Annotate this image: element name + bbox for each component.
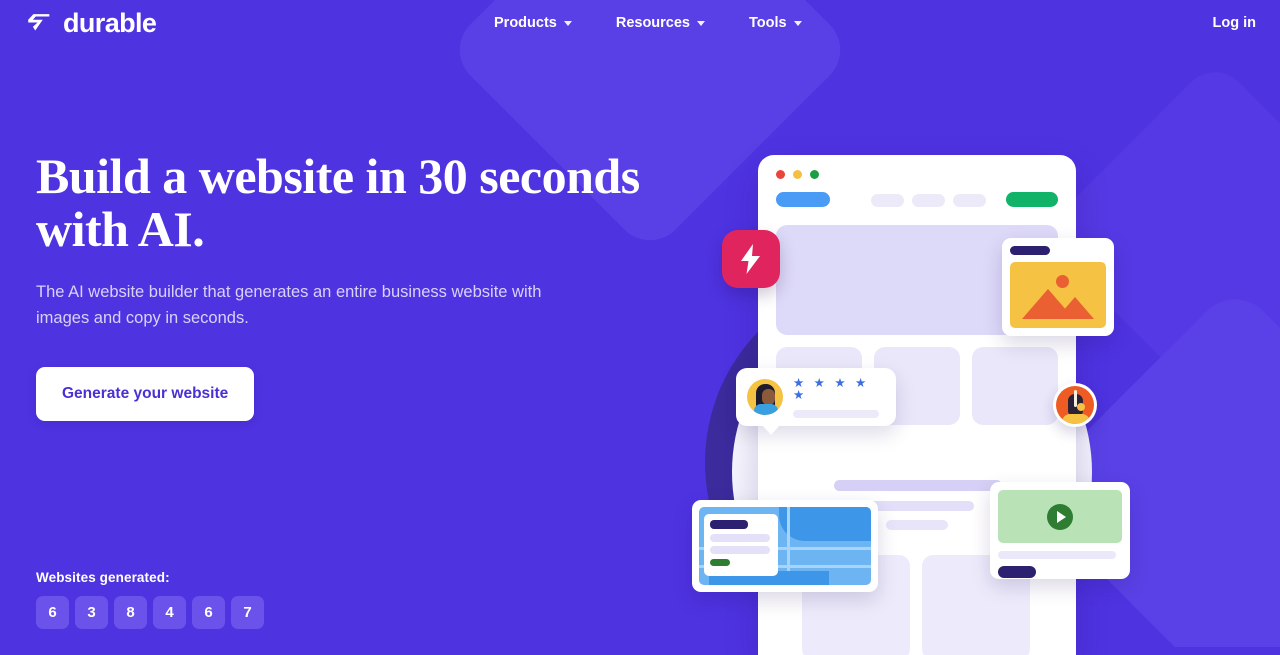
review-card: ★ ★ ★ ★ ★ xyxy=(736,368,896,435)
image-card-tag xyxy=(1010,246,1050,255)
headphone-cup xyxy=(1077,403,1085,411)
avatar-face xyxy=(762,389,775,405)
login-link[interactable]: Log in xyxy=(1213,15,1257,31)
image-card xyxy=(1002,238,1114,336)
page-title: Build a website in 30 seconds with AI. xyxy=(36,148,640,257)
hero-content: Build a website in 30 seconds with AI. T… xyxy=(36,148,656,422)
mock-nav-pill xyxy=(953,194,986,207)
avatar-body xyxy=(754,404,778,415)
mock-card xyxy=(972,347,1058,425)
close-dot-icon xyxy=(776,170,785,179)
nav-label-tools: Tools xyxy=(749,15,787,31)
review-body: ★ ★ ★ ★ ★ xyxy=(793,375,885,418)
review-text-line xyxy=(793,409,879,418)
maximize-dot-icon xyxy=(810,170,819,179)
counter-digit: 6 xyxy=(192,596,225,629)
map-icon xyxy=(699,507,871,585)
map-card xyxy=(692,500,878,592)
photo-icon xyxy=(1010,262,1106,328)
counter-digit: 7 xyxy=(231,596,264,629)
hero-subtitle: The AI website builder that generates an… xyxy=(36,283,542,327)
lightning-bolt-icon xyxy=(741,244,760,274)
star-rating: ★ ★ ★ ★ ★ xyxy=(793,375,870,402)
avatar xyxy=(747,379,783,415)
counter-digit: 3 xyxy=(75,596,108,629)
sun-shape xyxy=(1056,275,1069,288)
video-text-line xyxy=(998,551,1116,559)
nav-label-resources: Resources xyxy=(615,15,690,31)
play-icon xyxy=(1047,503,1073,530)
headphone-avatar-badge xyxy=(1053,383,1097,427)
map-popup-button xyxy=(710,559,730,566)
minimize-dot-icon xyxy=(793,170,802,179)
nav-item-resources[interactable]: Resources xyxy=(616,15,705,31)
counter-digit: 8 xyxy=(114,596,147,629)
headphones-avatar-icon xyxy=(1056,386,1094,424)
counter-label: Websites generated: xyxy=(36,570,170,585)
site-header: durable Products Resources Tools Log in xyxy=(0,0,1280,46)
map-popup-line xyxy=(710,546,770,554)
counter-digit: 6 xyxy=(36,596,69,629)
mountain-shape-small xyxy=(1056,297,1094,319)
nav-label-products: Products xyxy=(494,15,557,31)
counter-digit: 4 xyxy=(153,596,186,629)
mock-nav-pill xyxy=(871,194,904,207)
lightning-bolt-badge xyxy=(722,230,780,288)
video-card-button xyxy=(998,566,1036,578)
brand-name: durable xyxy=(63,7,157,38)
nav-item-products[interactable]: Products xyxy=(494,15,572,31)
mock-nav-pill xyxy=(912,194,945,207)
chevron-down-icon xyxy=(697,20,705,26)
chevron-down-icon xyxy=(793,20,802,26)
map-popup-title xyxy=(710,520,748,529)
nav-item-tools[interactable]: Tools xyxy=(749,15,802,31)
video-card xyxy=(990,482,1130,579)
traffic-light-dots xyxy=(776,170,819,179)
mock-nav-pills xyxy=(871,194,986,207)
websites-generated-counter: Websites generated: 6 3 8 4 6 7 xyxy=(36,570,264,629)
map-landmass xyxy=(779,507,871,541)
mock-text-line xyxy=(834,480,1002,491)
hero-illustration: ★ ★ ★ ★ ★ xyxy=(660,120,1180,655)
video-thumbnail xyxy=(998,490,1122,543)
generate-website-button[interactable]: Generate your website xyxy=(36,367,255,422)
map-popup xyxy=(704,514,778,576)
brand-logo[interactable]: durable xyxy=(24,7,157,39)
mock-cta-pill xyxy=(1006,192,1058,207)
counter-digits: 6 3 8 4 6 7 xyxy=(36,596,264,629)
mock-text-line xyxy=(886,520,948,530)
mock-text-line xyxy=(862,501,974,511)
diamond-gem-icon xyxy=(28,14,50,31)
avatar-shoulders xyxy=(1062,414,1090,424)
map-popup-line xyxy=(710,534,770,542)
main-navigation: Products Resources Tools xyxy=(494,15,802,31)
chevron-down-icon xyxy=(563,20,572,26)
mock-logo-pill xyxy=(776,192,830,207)
